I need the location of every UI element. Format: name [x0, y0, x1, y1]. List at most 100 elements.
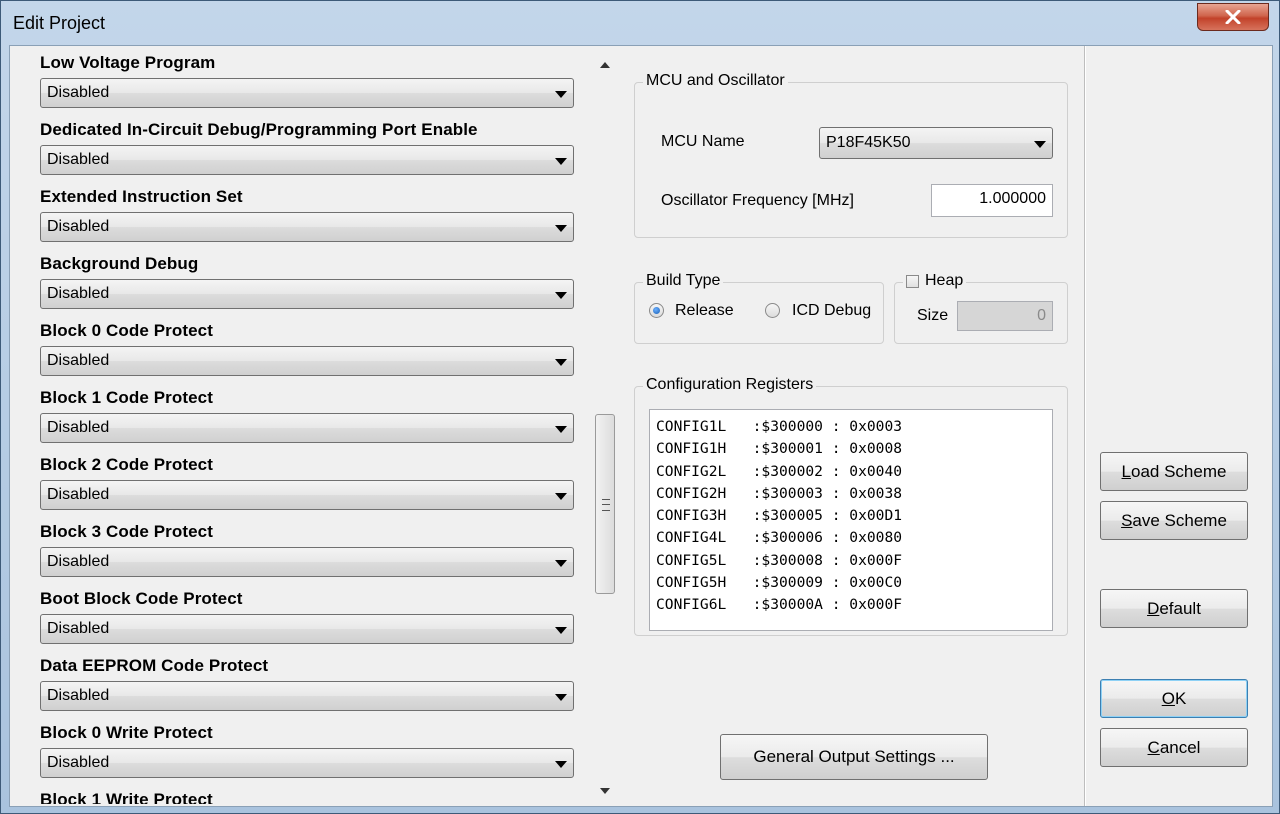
setting-item: Boot Block Code Protect Disabled [40, 588, 576, 648]
setting-item: Block 0 Code Protect Disabled [40, 320, 576, 380]
setting-item: Block 3 Code Protect Disabled [40, 521, 576, 581]
heap-checkbox[interactable] [906, 274, 919, 288]
icd-debug-label[interactable]: ICD Debug [792, 302, 871, 320]
setting-item: Extended Instruction Set Disabled [40, 186, 576, 246]
config-register-line: CONFIG3H :$300005 : 0x00D1 [656, 507, 903, 525]
ok-mnemonic: O [1161, 688, 1175, 708]
load-scheme-button[interactable]: Load Scheme [1100, 452, 1248, 491]
setting-select[interactable]: Disabled [40, 681, 574, 711]
chevron-down-icon [555, 225, 567, 232]
setting-item: Data EEPROM Code Protect Disabled [40, 655, 576, 715]
setting-label: Block 2 Code Protect [40, 455, 213, 474]
panel-divider-highlight [1085, 46, 1086, 806]
scroll-thumb[interactable] [595, 414, 615, 594]
default-label: Default [1147, 599, 1201, 619]
setting-select[interactable]: Disabled [40, 614, 574, 644]
cancel-mnemonic: C [1147, 737, 1160, 757]
setting-item: Block 1 Code Protect Disabled [40, 387, 576, 447]
title-bar[interactable]: Edit Project [1, 1, 1279, 45]
setting-select-value: Disabled [47, 285, 110, 302]
release-radio[interactable] [649, 303, 664, 318]
default-mnemonic: D [1147, 598, 1160, 618]
save-scheme-mnemonic: S [1121, 510, 1133, 530]
setting-label: Low Voltage Program [40, 53, 216, 72]
heap-label[interactable]: Heap [925, 272, 963, 290]
default-rest: efault [1159, 598, 1201, 618]
chevron-down-icon [555, 560, 567, 567]
setting-item: Block 0 Write Protect Disabled [40, 722, 576, 782]
setting-label: Block 3 Code Protect [40, 522, 213, 541]
scroll-down-arrow-icon[interactable] [600, 788, 610, 794]
setting-select[interactable]: Disabled [40, 78, 574, 108]
cancel-label: Cancel [1148, 738, 1201, 758]
config-settings-list: Low Voltage Program Disabled Dedicated In-… [16, 50, 596, 804]
mcu-oscillator-legend: MCU and Oscillator [643, 72, 788, 90]
setting-select[interactable]: Disabled [40, 480, 574, 510]
setting-label: Background Debug [40, 254, 199, 273]
config-register-line: CONFIG6L :$30000A : 0x000F [656, 596, 903, 614]
config-register-line: CONFIG4L :$300006 : 0x0080 [656, 529, 903, 547]
cancel-button[interactable]: Cancel [1100, 728, 1248, 767]
setting-select-value: Disabled [47, 218, 110, 235]
setting-select[interactable]: Disabled [40, 145, 574, 175]
setting-select[interactable]: Disabled [40, 279, 574, 309]
chevron-down-icon [555, 359, 567, 366]
load-scheme-label: Load Scheme [1122, 462, 1227, 482]
release-label[interactable]: Release [675, 302, 734, 320]
chevron-down-icon [555, 91, 567, 98]
config-register-line: CONFIG5H :$300009 : 0x00C0 [656, 574, 903, 592]
setting-select[interactable]: Disabled [40, 346, 574, 376]
load-scheme-rest: oad Scheme [1131, 461, 1227, 481]
ok-rest: K [1174, 688, 1187, 708]
heap-legend: Heap [903, 272, 967, 290]
setting-label: Dedicated In-Circuit Debug/Programming P… [40, 120, 478, 139]
scroll-up-arrow-icon[interactable] [600, 62, 610, 68]
setting-label: Extended Instruction Set [40, 187, 243, 206]
setting-select[interactable]: Disabled [40, 748, 574, 778]
oscillator-frequency-input[interactable]: 1.000000 [931, 184, 1053, 217]
setting-select-value: Disabled [47, 553, 110, 570]
mcu-name-label: MCU Name [661, 133, 745, 150]
save-scheme-button[interactable]: Save Scheme [1100, 501, 1248, 540]
chevron-down-icon [555, 292, 567, 299]
setting-select-value: Disabled [47, 754, 110, 771]
heap-size-input[interactable]: 0 [957, 301, 1053, 331]
ok-button[interactable]: OK [1100, 679, 1248, 718]
edit-project-window: Edit Project Low Voltage Program Disabled… [0, 0, 1280, 814]
chevron-down-icon [555, 627, 567, 634]
setting-item: Block 1 Write Protect [40, 789, 576, 804]
config-register-line: CONFIG2L :$300002 : 0x0040 [656, 462, 903, 480]
setting-item: Background Debug Disabled [40, 253, 576, 313]
setting-select-value: Disabled [47, 151, 110, 168]
setting-item: Low Voltage Program Disabled [40, 52, 576, 112]
chevron-down-icon [555, 761, 567, 768]
icd-debug-radio[interactable] [765, 303, 780, 318]
setting-select-value: Disabled [47, 419, 110, 436]
mcu-name-value: P18F45K50 [826, 134, 911, 151]
general-output-settings-button[interactable]: General Output Settings ... [720, 734, 988, 780]
configuration-registers-group: Configuration Registers CONFIG1L :$30000… [634, 376, 1068, 636]
close-button[interactable] [1197, 3, 1269, 31]
default-button[interactable]: Default [1100, 589, 1248, 628]
load-scheme-mnemonic: L [1121, 461, 1131, 481]
setting-select[interactable]: Disabled [40, 547, 574, 577]
configuration-registers-text[interactable]: CONFIG1L :$300000 : 0x0003 CONFIG1H :$300… [649, 409, 1053, 631]
settings-scrollbar[interactable] [594, 50, 616, 804]
setting-select[interactable]: Disabled [40, 212, 574, 242]
config-register-line: CONFIG1H :$300001 : 0x0008 [656, 440, 903, 458]
config-register-line: CONFIG5L :$300008 : 0x000F [656, 551, 903, 569]
setting-label: Block 1 Code Protect [40, 388, 213, 407]
mcu-oscillator-group: MCU and Oscillator MCU Name P18F45K50 Os… [634, 72, 1068, 238]
setting-select-value: Disabled [47, 620, 110, 637]
config-register-line: CONFIG2H :$300003 : 0x0038 [656, 484, 903, 502]
grip-icon [602, 499, 610, 511]
setting-item: Block 2 Code Protect Disabled [40, 454, 576, 514]
chevron-down-icon [555, 426, 567, 433]
ok-label: OK [1162, 689, 1187, 709]
setting-select[interactable]: Disabled [40, 413, 574, 443]
setting-select-value: Disabled [47, 687, 110, 704]
chevron-down-icon [555, 694, 567, 701]
save-scheme-label: Save Scheme [1121, 511, 1227, 531]
mcu-name-select[interactable]: P18F45K50 [819, 127, 1053, 159]
configuration-registers-legend: Configuration Registers [643, 376, 817, 394]
